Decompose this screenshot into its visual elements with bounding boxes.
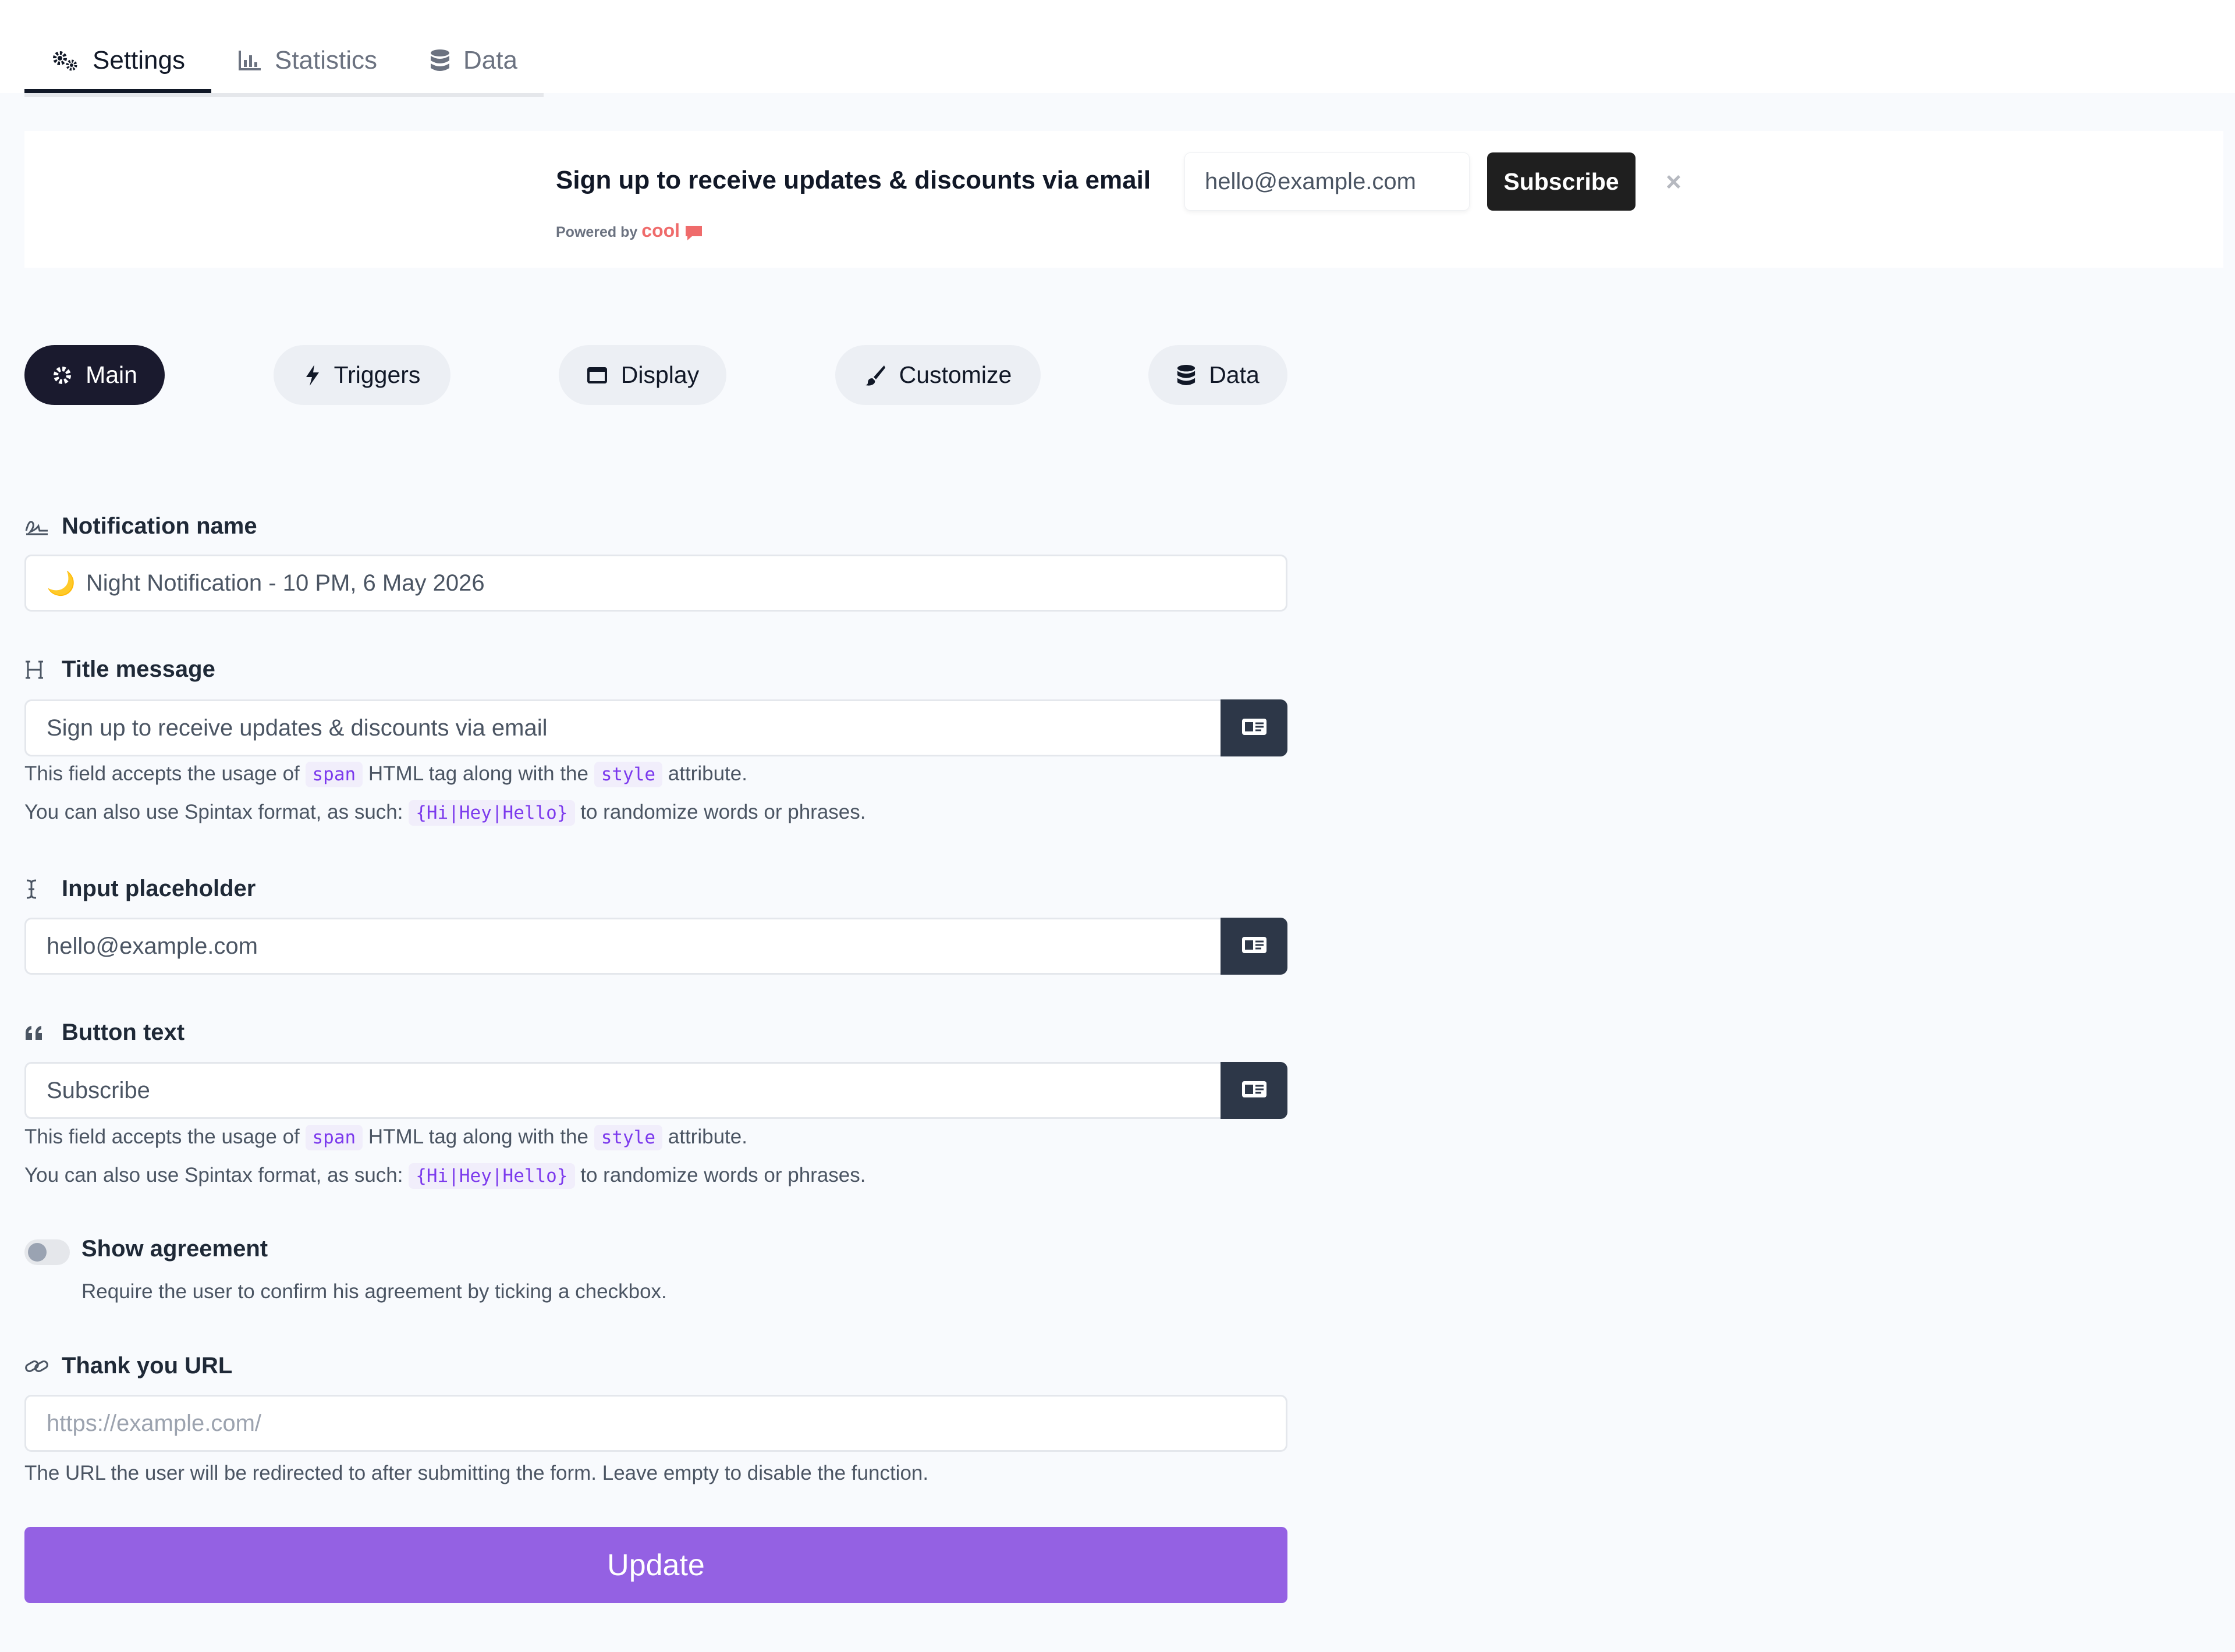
code-style: style [594,762,663,787]
thank-you-url-input[interactable]: https://example.com/ [24,1395,1287,1452]
pill-customize-label: Customize [899,361,1012,388]
title-message-text: Title message [62,656,215,682]
database-icon [1176,364,1196,386]
help-text: to randomize words or phrases. [580,801,866,823]
pill-display[interactable]: Display [559,345,726,405]
update-button[interactable]: Update [24,1527,1287,1603]
database-icon [430,49,450,72]
code-style: style [594,1125,663,1150]
bolt-icon [304,364,321,386]
notification-name-label: Notification name [24,513,257,539]
top-tabs: Settings Statistics Data [24,32,544,97]
code-span: span [305,1125,363,1150]
chart-icon [237,49,262,72]
input-placeholder-input[interactable]: hello@example.com [24,918,1223,975]
close-icon[interactable]: × [1666,166,1681,197]
notification-name-input[interactable]: 🌙 Night Notification - 10 PM, 6 May 2026 [24,555,1287,612]
pill-customize[interactable]: Customize [835,345,1041,405]
title-message-variables-button[interactable] [1221,699,1287,756]
button-text-value: Subscribe [47,1077,150,1103]
thank-you-url-text: Thank you URL [62,1353,233,1379]
title-message-help-span: This field accepts the usage of span HTM… [24,762,747,787]
help-text: HTML tag along with the [368,762,588,785]
help-text: HTML tag along with the [368,1125,588,1148]
title-message-label: Title message [24,656,215,683]
code-span: span [305,762,363,787]
code-spintax: {Hi|Hey|Hello} [409,800,575,826]
tab-data[interactable]: Data [403,32,544,89]
input-placeholder-variables-button[interactable] [1221,918,1287,975]
button-text-help-spintax: You can also use Spintax format, as such… [24,1163,866,1189]
tab-settings[interactable]: Settings [24,32,211,93]
pill-main-label: Main [86,361,137,388]
title-message-value: Sign up to receive updates & discounts v… [47,715,548,741]
input-placeholder-value: hello@example.com [47,933,258,959]
pill-triggers-label: Triggers [334,361,421,388]
link-icon [24,1357,49,1376]
show-agreement-help: Require the user to confirm his agreemen… [81,1280,667,1303]
thank-you-url-label: Thank you URL [24,1353,232,1379]
thank-you-url-placeholder: https://example.com/ [47,1410,262,1436]
id-card-icon [1241,718,1267,738]
signature-icon [24,517,49,537]
banner-email-input[interactable]: hello@example.com [1184,152,1470,211]
gear-icon [52,365,73,386]
gears-icon [51,49,80,72]
help-text: attribute. [668,762,747,785]
button-text-input[interactable]: Subscribe [24,1062,1223,1119]
moon-emoji: 🌙 [47,570,76,597]
help-text: You can also use Spintax format, as such… [24,1164,403,1186]
toggle-knob [28,1243,47,1262]
text-cursor-icon [24,879,49,900]
banner-title: Sign up to receive updates & discounts v… [556,166,1151,194]
banner-subscribe-button[interactable]: Subscribe [1487,152,1636,211]
pill-main[interactable]: Main [24,345,165,405]
title-message-input[interactable]: Sign up to receive updates & discounts v… [24,699,1223,756]
tab-statistics[interactable]: Statistics [211,32,403,89]
pill-triggers[interactable]: Triggers [274,345,450,405]
button-text-help-span: This field accepts the usage of span HTM… [24,1125,747,1150]
code-spintax: {Hi|Hey|Hello} [409,1163,575,1189]
powered-by-text: Powered by [556,224,638,240]
window-icon [586,366,608,385]
notification-name-value: Night Notification - 10 PM, 6 May 2026 [86,570,485,596]
id-card-icon [1241,936,1267,957]
promo-banner [24,131,2223,268]
tab-settings-label: Settings [93,46,185,74]
thank-you-url-help: The URL the user will be redirected to a… [24,1462,929,1484]
app-root: Settings Statistics Data Sign up to rece… [0,0,2235,1652]
help-text: You can also use Spintax format, as such… [24,801,403,823]
heading-icon [24,659,49,680]
help-text: This field accepts the usage of [24,1125,300,1148]
pill-data[interactable]: Data [1148,345,1287,405]
powered-by-brand: cool [641,220,680,241]
tab-data-label: Data [463,46,517,74]
title-message-help-spintax: You can also use Spintax format, as such… [24,800,866,826]
brush-icon [864,364,886,386]
show-agreement-toggle[interactable] [24,1239,70,1265]
powered-by[interactable]: Powered by cool [556,220,704,241]
speech-bubble-icon [686,226,703,241]
banner-email-placeholder: hello@example.com [1205,168,1416,194]
help-text: to randomize words or phrases. [580,1164,866,1186]
top-bar: Settings Statistics Data [0,0,2235,97]
input-placeholder-text: Input placeholder [62,876,256,901]
input-placeholder-label: Input placeholder [24,876,256,902]
button-text-variables-button[interactable] [1221,1062,1287,1119]
quote-icon [24,1025,49,1041]
button-text-label: Button text [24,1019,185,1046]
help-text: attribute. [668,1125,747,1148]
pill-display-label: Display [620,361,700,388]
id-card-icon [1241,1081,1267,1101]
pill-data-label: Data [1209,361,1260,388]
button-text-text: Button text [62,1019,185,1045]
help-text: This field accepts the usage of [24,762,300,785]
notification-name-text: Notification name [62,513,257,539]
tab-statistics-label: Statistics [274,46,378,74]
show-agreement-label: Show agreement [81,1236,268,1262]
